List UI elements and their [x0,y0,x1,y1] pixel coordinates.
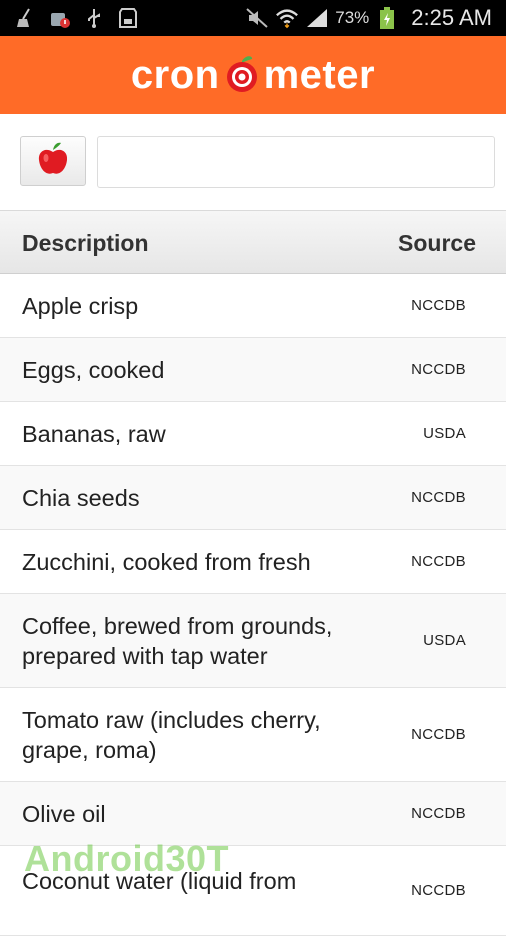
search-bar [0,114,506,210]
broom-icon [14,6,38,30]
app-header: cron meter [0,36,506,114]
food-source: NCCDB [411,553,466,570]
usb-icon [82,6,106,30]
status-bar-left [0,6,140,30]
food-source: USDA [423,632,466,649]
food-description: Eggs, cooked [22,356,165,383]
status-bar-right: 73% 2:25 AM [245,5,506,31]
food-row[interactable]: Bananas, raw USDA [0,402,506,466]
food-source: NCCDB [411,726,466,743]
food-source: NCCDB [411,297,466,314]
food-source: NCCDB [411,805,466,822]
food-row[interactable]: Zucchini, cooked from fresh NCCDB [0,530,506,594]
food-row[interactable]: Tomato raw (includes cherry, grape, roma… [0,688,506,782]
logo-text-right: meter [263,52,376,97]
food-row[interactable]: Eggs, cooked NCCDB [0,338,506,402]
food-source: NCCDB [411,361,466,378]
watermark-text: Android30T [24,838,230,879]
wifi-icon [275,6,299,30]
battery-percent: 73% [335,8,370,27]
food-row[interactable]: Coffee, brewed from grounds, prepared wi… [0,594,506,688]
logo-text-left: cron [130,52,220,97]
food-description: Bananas, raw [22,420,166,447]
alert-bag-icon [48,6,72,30]
food-description: Zucchini, cooked from fresh [22,548,311,575]
food-search-input[interactable] [97,136,495,188]
apple-icon [36,141,70,182]
food-source: NCCDB [411,882,466,899]
column-header-source[interactable]: Source [398,230,476,257]
sd-card-icon [116,6,140,30]
food-list: Apple crisp NCCDB Eggs, cooked NCCDB Ban… [0,274,506,936]
food-source: NCCDB [411,489,466,506]
battery-charging-icon [375,6,399,30]
food-source: USDA [423,425,466,442]
food-row[interactable]: Apple crisp NCCDB [0,274,506,338]
food-description: Apple crisp [22,292,139,319]
food-description: Coffee, brewed from grounds, prepared wi… [22,612,333,669]
status-bar: 73% 2:25 AM [0,0,506,36]
status-time: 2:25 AM [411,5,492,30]
food-row[interactable]: Olive oil NCCDB [0,782,506,846]
food-type-button[interactable] [20,136,86,186]
cronometer-logo: cron meter [131,53,375,98]
signal-icon [305,6,329,30]
food-description: Chia seeds [22,484,140,511]
apple-target-icon [222,55,262,95]
food-row[interactable]: Chia seeds NCCDB [0,466,506,530]
mute-icon [245,6,269,30]
food-description: Tomato raw (includes cherry, grape, roma… [22,706,321,763]
column-header-description[interactable]: Description [22,230,149,257]
food-description: Olive oil [22,800,106,827]
table-header: Description Source [0,210,506,274]
